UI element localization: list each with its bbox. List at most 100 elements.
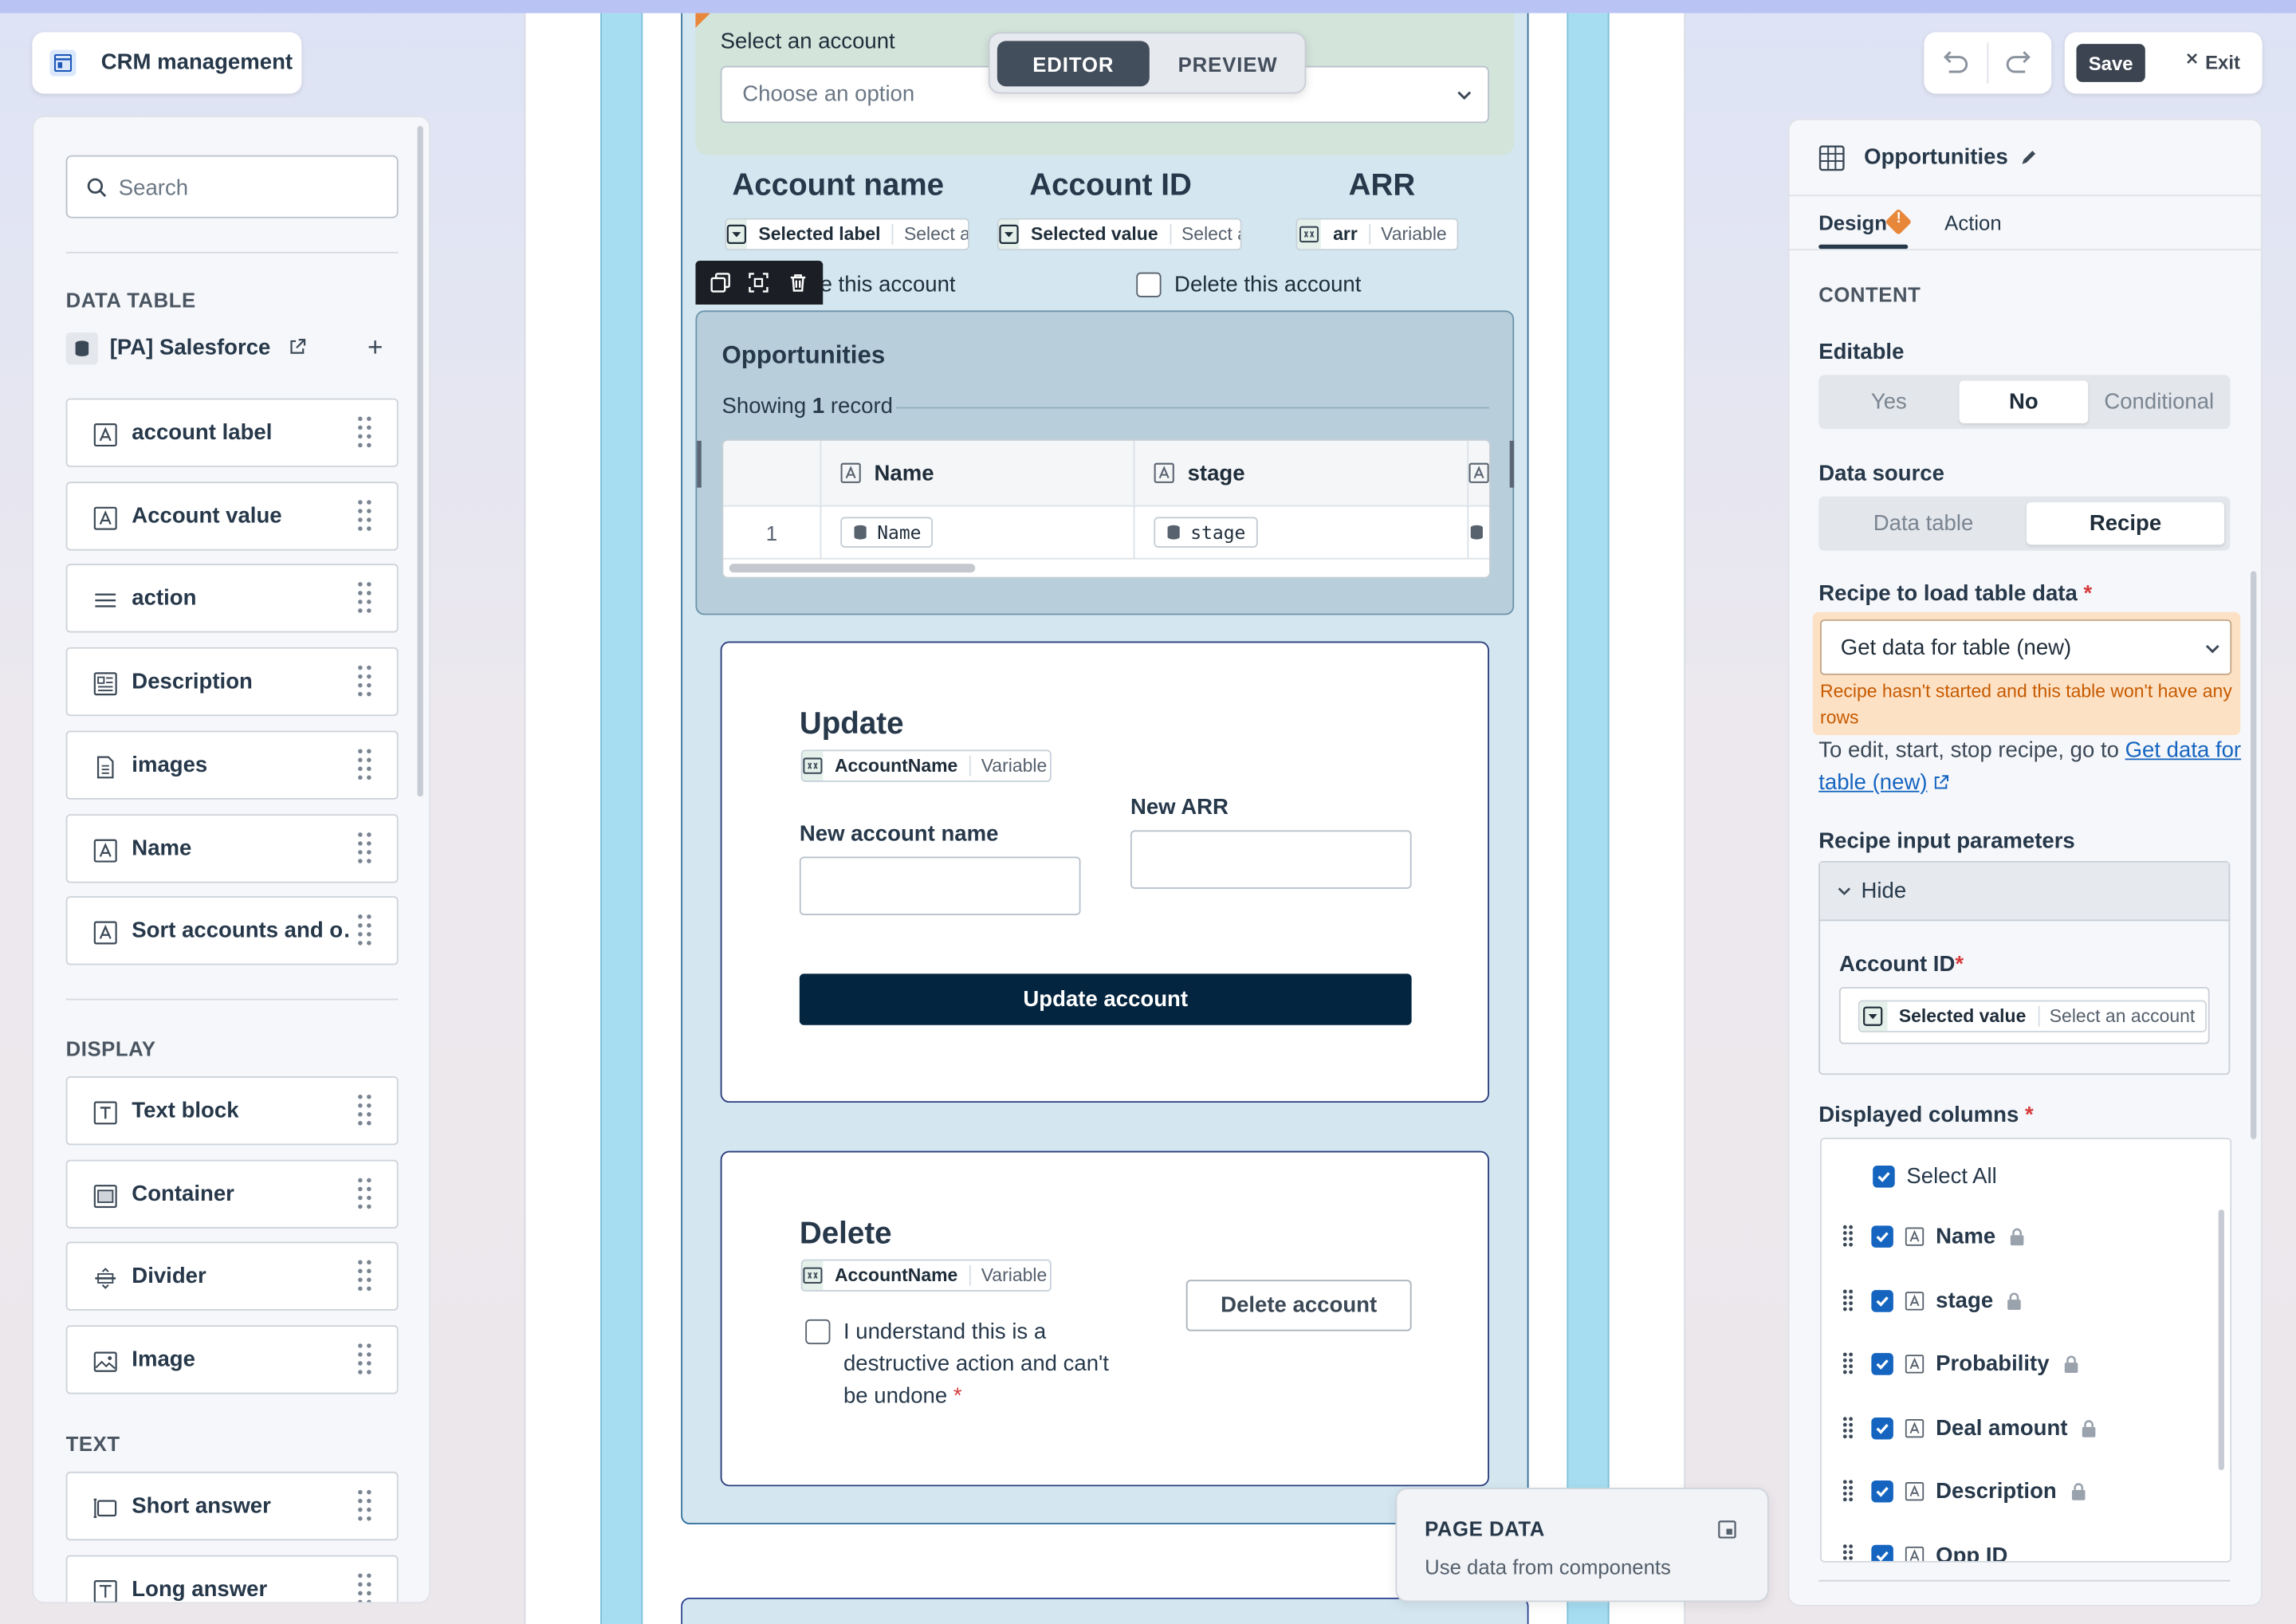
column-row[interactable]: Deal amount: [1842, 1412, 2231, 1444]
datasource-name[interactable]: [PA] Salesforce: [110, 336, 271, 360]
update-card[interactable]: Update AccountName Variable New ARR New …: [720, 641, 1489, 1103]
data-item-name[interactable]: Name: [65, 814, 399, 883]
confirm-delete-checkbox[interactable]: [805, 1319, 831, 1345]
data-item-account-label[interactable]: account label: [65, 398, 399, 467]
delete-card[interactable]: Delete AccountName Variable I understand…: [720, 1150, 1489, 1487]
data-item-images[interactable]: images: [65, 730, 399, 800]
display-item-image[interactable]: Image: [65, 1325, 399, 1394]
checkbox-checked-icon[interactable]: [1871, 1480, 1893, 1502]
display-item-container[interactable]: Container: [65, 1159, 399, 1229]
left-scrollbar[interactable]: [417, 125, 423, 797]
edit-pencil-icon[interactable]: [2019, 148, 2038, 167]
column-header-name[interactable]: Name: [821, 440, 1135, 507]
drag-handle-icon[interactable]: [357, 1178, 372, 1213]
drag-handle-icon[interactable]: [357, 499, 372, 534]
checkbox-checked-icon[interactable]: [1871, 1225, 1893, 1247]
expand-icon[interactable]: [1717, 1520, 1736, 1539]
data-item-action[interactable]: action: [65, 564, 399, 633]
horizontal-scrollbar[interactable]: [729, 564, 976, 573]
opportunities-table-card[interactable]: Opportunities Showing 1 record Name stag…: [695, 310, 1515, 615]
text-item-long-answer[interactable]: Long answer: [65, 1555, 399, 1602]
drag-handle-icon[interactable]: [357, 1573, 372, 1602]
select-parent-icon[interactable]: [749, 273, 769, 293]
drag-handle-icon[interactable]: [357, 1489, 372, 1524]
checkbox-checked-icon[interactable]: [1871, 1352, 1893, 1374]
arr-pill[interactable]: arr Variable: [1295, 218, 1459, 251]
checkbox-checked-icon[interactable]: [1871, 1543, 1893, 1561]
delete-account-checkbox[interactable]: [1136, 272, 1162, 297]
data-source-recipe[interactable]: Recipe: [2027, 502, 2225, 545]
trash-icon[interactable]: [788, 273, 808, 293]
table-cell[interactable]: stage: [1134, 506, 1469, 560]
editable-conditional[interactable]: Conditional: [2094, 381, 2224, 423]
data-item-description[interactable]: Description: [65, 647, 399, 717]
hide-params-toggle[interactable]: Hide: [1820, 862, 2229, 922]
table-cell-partial[interactable]: [1468, 507, 1489, 560]
table-cell[interactable]: Name: [821, 506, 1135, 560]
editable-no[interactable]: No: [1959, 380, 2089, 423]
new-account-name-input[interactable]: [799, 856, 1081, 915]
editor-tab[interactable]: EDITOR: [997, 41, 1150, 87]
duplicate-icon[interactable]: [710, 273, 731, 293]
exit-button[interactable]: Exit: [2205, 51, 2240, 73]
drag-handle-icon[interactable]: [357, 749, 372, 784]
drag-handle-icon[interactable]: [1842, 1225, 1854, 1248]
column-header-stage[interactable]: stage: [1134, 440, 1469, 507]
page-data-panel[interactable]: PAGE DATA Use data from components: [1395, 1488, 1769, 1602]
data-item-sort-accounts[interactable]: Sort accounts and o…: [65, 896, 399, 965]
recipe-select[interactable]: Get data for table (new): [1820, 619, 2232, 675]
checkbox-checked-icon[interactable]: [1873, 1165, 1895, 1187]
redo-icon[interactable]: [2004, 49, 2034, 76]
next-container[interactable]: [681, 1597, 1529, 1624]
tab-action[interactable]: Action: [1944, 210, 2001, 234]
drag-handle-icon[interactable]: [1842, 1543, 1854, 1561]
drag-handle-icon[interactable]: [1842, 1288, 1854, 1311]
account-id-param-pill[interactable]: Selected value Select an account: [1858, 1000, 2207, 1032]
drag-handle-icon[interactable]: [357, 914, 372, 949]
drag-handle-icon[interactable]: [357, 665, 372, 700]
preview-tab[interactable]: PREVIEW: [1155, 41, 1300, 86]
drag-handle-icon[interactable]: [357, 581, 372, 616]
update-accountname-pill[interactable]: AccountName Variable: [800, 749, 1052, 782]
external-link-icon[interactable]: [289, 338, 306, 356]
checkbox-checked-icon[interactable]: [1871, 1289, 1893, 1311]
account-id-param-field[interactable]: Selected value Select an account: [1838, 986, 2210, 1044]
drag-handle-icon[interactable]: [357, 416, 372, 451]
display-item-divider[interactable]: Divider: [65, 1241, 399, 1311]
data-source-data-table[interactable]: Data table: [1825, 502, 2023, 545]
drag-handle-icon[interactable]: [1842, 1416, 1854, 1439]
resize-handle-left[interactable]: [697, 440, 702, 488]
delete-accountname-pill[interactable]: AccountName Variable: [800, 1259, 1052, 1292]
data-item-account-value[interactable]: Account value: [65, 482, 399, 551]
undo-icon[interactable]: [1940, 49, 1970, 76]
text-item-short-answer[interactable]: Short answer: [65, 1471, 399, 1541]
drag-handle-icon[interactable]: [1842, 1479, 1854, 1502]
column-row[interactable]: Name: [1842, 1220, 2231, 1252]
column-header-partial[interactable]: [1468, 440, 1489, 507]
drag-handle-icon[interactable]: [357, 1343, 372, 1378]
new-arr-input[interactable]: [1130, 830, 1412, 889]
column-row[interactable]: Opp ID: [1842, 1539, 2231, 1561]
column-row[interactable]: Probability: [1842, 1347, 2231, 1379]
right-scrollbar[interactable]: [2251, 571, 2257, 1139]
editable-yes[interactable]: Yes: [1825, 381, 1954, 423]
checkbox-checked-icon[interactable]: [1871, 1417, 1893, 1439]
account-id-pill[interactable]: Selected value Select a: [997, 218, 1242, 251]
add-icon[interactable]: +: [368, 332, 383, 364]
delete-account-button[interactable]: Delete account: [1185, 1280, 1412, 1331]
select-all-row[interactable]: Select All: [1873, 1160, 2230, 1192]
display-item-text-block[interactable]: Text block: [65, 1076, 399, 1146]
close-icon[interactable]: [2184, 51, 2199, 65]
column-row[interactable]: stage: [1842, 1284, 2231, 1316]
drag-handle-icon[interactable]: [357, 1260, 372, 1295]
search-input[interactable]: Search: [65, 155, 399, 218]
account-name-pill[interactable]: Selected label Select ar: [725, 218, 969, 251]
resize-handle-right[interactable]: [1509, 440, 1515, 488]
update-account-button[interactable]: Update account: [799, 973, 1412, 1025]
drag-handle-icon[interactable]: [357, 832, 372, 867]
tab-design[interactable]: Design: [1818, 210, 1887, 234]
drag-handle-icon[interactable]: [1842, 1351, 1854, 1374]
datasource-row[interactable]: [PA] Salesforce +: [65, 332, 399, 365]
drag-handle-icon[interactable]: [357, 1094, 372, 1129]
column-row[interactable]: Description: [1842, 1475, 2231, 1507]
